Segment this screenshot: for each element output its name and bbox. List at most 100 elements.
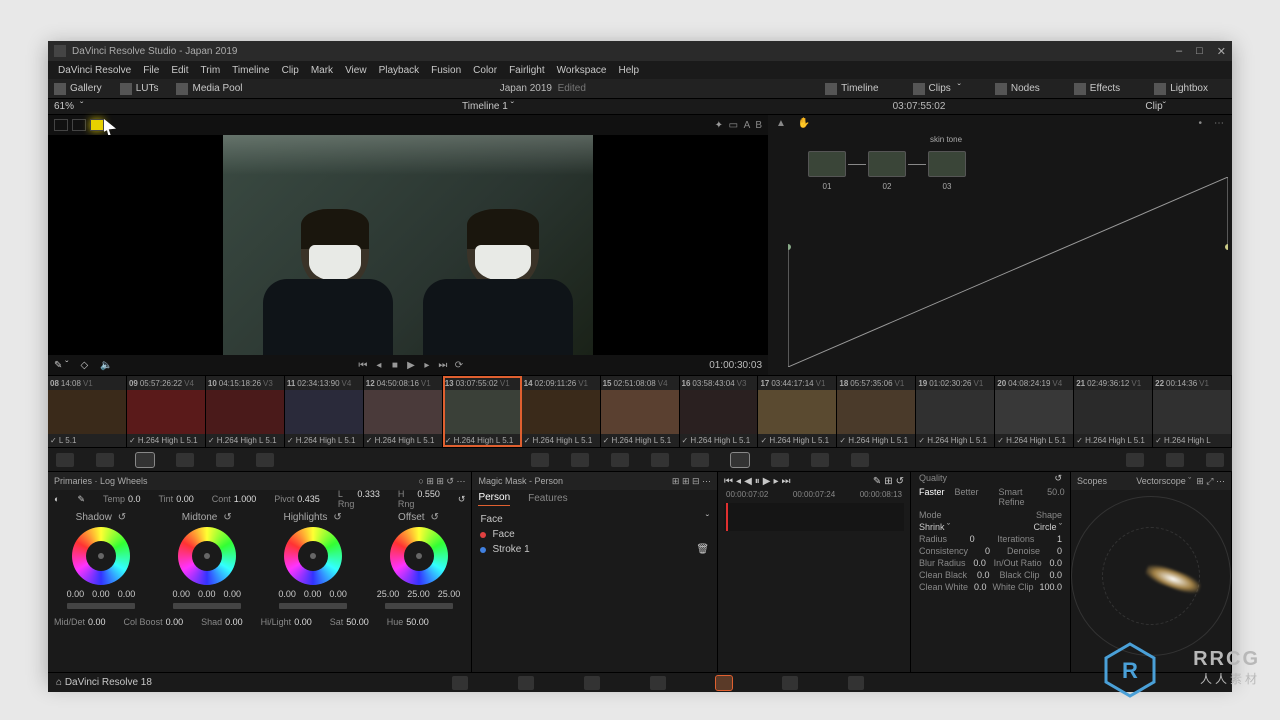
effects-toggle[interactable]: Effects [1074, 83, 1120, 95]
prev-frame-button[interactable]: ◂ [372, 358, 386, 372]
menu-item[interactable]: Help [612, 65, 645, 76]
key-icon[interactable] [811, 453, 829, 467]
mute-icon[interactable]: 🔈 [100, 360, 112, 371]
pointer-icon[interactable]: ▲ [776, 118, 786, 129]
clip-thumbnail[interactable]: 17 03:44:17:14 V1✓ H.264 High L 5.1 [758, 376, 837, 447]
clip-thumbnail[interactable]: 15 02:51:08:08 V4✓ H.264 High L 5.1 [601, 376, 680, 447]
shape-select[interactable]: Circle ˇ [1033, 522, 1062, 532]
next-button[interactable]: ▸ [773, 476, 778, 487]
first-frame-button[interactable]: ⏮ [356, 358, 370, 372]
reset-icon[interactable]: ↺ [118, 512, 126, 523]
quality-better[interactable]: Better [955, 487, 979, 507]
sizing-icon[interactable] [851, 453, 869, 467]
tab-features[interactable]: Features [528, 493, 567, 506]
ym-slider[interactable] [67, 603, 135, 609]
color-wheel[interactable] [72, 527, 130, 585]
stop-button[interactable]: ■ [388, 358, 402, 372]
kf-tool-icon[interactable]: ✎ [873, 476, 881, 487]
maximize-icon[interactable]: □ [1196, 45, 1203, 58]
viewer-opt-icon[interactable]: ▭ [729, 120, 738, 131]
cut-page-icon[interactable] [518, 676, 534, 690]
play-button[interactable]: ▶ [763, 476, 771, 487]
corrector-node-2[interactable]: 02 [868, 151, 906, 177]
close-icon[interactable]: ✕ [1217, 45, 1226, 58]
hdr-icon[interactable] [176, 453, 194, 467]
fairlight-page-icon[interactable] [782, 676, 798, 690]
video-canvas[interactable] [48, 135, 768, 355]
unmix-icon[interactable]: ◇ [81, 360, 89, 371]
node-editor[interactable]: ▲ ✋ • ⋯ skin tone 01 02 03 [768, 115, 1232, 375]
timeline-toggle[interactable]: Timeline [825, 83, 878, 95]
gallery-toggle[interactable]: Gallery [54, 83, 102, 95]
primaries-wheels-icon[interactable] [136, 453, 154, 467]
adjust-icon[interactable]: ◐ [54, 494, 59, 504]
timeline-name[interactable]: Timeline 1 [462, 101, 508, 112]
quality-faster[interactable]: Faster [919, 487, 945, 507]
kf-tool-icon[interactable]: ⊞ [884, 476, 892, 487]
mask-section[interactable]: Faceˇ [480, 512, 709, 527]
reset-icon[interactable]: ↺ [1054, 473, 1062, 484]
clip-thumbnail[interactable]: 13 03:07:55:02 V1✓ H.264 High L 5.1 [443, 376, 522, 447]
clip-thumbnail[interactable]: 18 05:57:35:06 V1✓ H.264 High L 5.1 [837, 376, 916, 447]
panel-opts-icon[interactable]: ⊞ ⊞ ⊟ ⋯ [672, 476, 711, 487]
menu-item[interactable]: File [137, 65, 165, 76]
menu-item[interactable]: Workspace [551, 65, 613, 76]
menu-item[interactable]: Fusion [425, 65, 467, 76]
node-options-icon[interactable]: ⋯ [1214, 118, 1224, 129]
menu-item[interactable]: Trim [195, 65, 227, 76]
minimize-icon[interactable]: – [1176, 45, 1182, 58]
color-checker-icon[interactable] [96, 453, 114, 467]
corrector-node-1[interactable]: 01 [808, 151, 846, 177]
mask-item[interactable]: Stroke 1🗑 [480, 542, 709, 557]
playhead-icon[interactable] [726, 503, 728, 531]
mediapool-toggle[interactable]: Media Pool [176, 83, 242, 95]
clip-thumbnail[interactable]: 22 00:14:36 V1✓ H.264 High L [1153, 376, 1232, 447]
clip-thumbnail[interactable]: 16 03:58:43:04 V3✓ H.264 High L 5.1 [680, 376, 759, 447]
curve-graph[interactable] [788, 177, 1228, 367]
color-wheel[interactable] [178, 527, 236, 585]
reset-icon[interactable]: ↺ [223, 512, 231, 523]
lightbox-toggle[interactable]: Lightbox [1154, 83, 1208, 95]
luts-toggle[interactable]: LUTs [120, 83, 159, 95]
motion-effects-icon[interactable] [256, 453, 274, 467]
menu-item[interactable]: Fairlight [503, 65, 551, 76]
rgb-mixer-icon[interactable] [216, 453, 234, 467]
nodes-toggle[interactable]: Nodes [995, 83, 1040, 95]
clip-thumbnail[interactable]: 11 02:34:13:90 V4✓ H.264 High L 5.1 [285, 376, 364, 447]
window-icon[interactable] [651, 453, 669, 467]
picker-icon[interactable]: ✎ [77, 494, 85, 505]
warper-icon[interactable] [571, 453, 589, 467]
viewer-opt-icon[interactable]: ✦ [715, 120, 723, 131]
clip-thumbnail[interactable]: 09 05:57:26:22 V4✓ H.264 High L 5.1 [127, 376, 206, 447]
clips-toggle[interactable]: Clips ˇ [913, 83, 961, 95]
ym-slider[interactable] [173, 603, 241, 609]
menu-item[interactable]: Mark [305, 65, 339, 76]
mask-item[interactable]: Face [480, 527, 709, 542]
reset-icon[interactable]: ↺ [333, 512, 341, 523]
menu-item[interactable]: Color [467, 65, 503, 76]
keyframe-icon[interactable] [1126, 453, 1144, 467]
clip-thumbnail[interactable]: 08 14:08 V1✓ L 5.1 [48, 376, 127, 447]
qualifier-icon[interactable]: ✎ ˇ [54, 360, 69, 371]
mode-select[interactable]: Shrink ˇ [919, 522, 950, 532]
media-page-icon[interactable] [452, 676, 468, 690]
kf-tool-icon[interactable]: ↺ [896, 476, 904, 487]
clip-thumbnail[interactable]: 21 02:49:36:12 V1✓ H.264 High L 5.1 [1074, 376, 1153, 447]
play-button[interactable]: ▶ [404, 358, 418, 372]
clip-thumbnail[interactable]: 14 02:09:11:26 V1✓ H.264 High L 5.1 [522, 376, 601, 447]
qualifier-icon[interactable] [611, 453, 629, 467]
menu-item[interactable]: Playback [373, 65, 426, 76]
clip-strip[interactable]: 08 14:08 V1✓ L 5.109 05:57:26:22 V4✓ H.2… [48, 376, 1232, 448]
menu-item[interactable]: DaVinci Resolve [52, 65, 137, 76]
curves-icon[interactable] [531, 453, 549, 467]
camera-raw-icon[interactable] [56, 453, 74, 467]
menu-item[interactable]: Clip [276, 65, 305, 76]
panel-opts-icon[interactable]: ○ ⊞ ⊞ ↺ ⋯ [418, 476, 465, 487]
hand-icon[interactable]: ✋ [798, 118, 810, 129]
scope-type[interactable]: Vectorscope [1136, 476, 1186, 486]
prev-button[interactable]: ◂ [736, 476, 741, 487]
clip-thumbnail[interactable]: 10 04:15:18:26 V3✓ H.264 High L 5.1 [206, 376, 285, 447]
scopes-icon[interactable] [1166, 453, 1184, 467]
edit-page-icon[interactable] [584, 676, 600, 690]
color-page-icon[interactable] [716, 676, 732, 690]
